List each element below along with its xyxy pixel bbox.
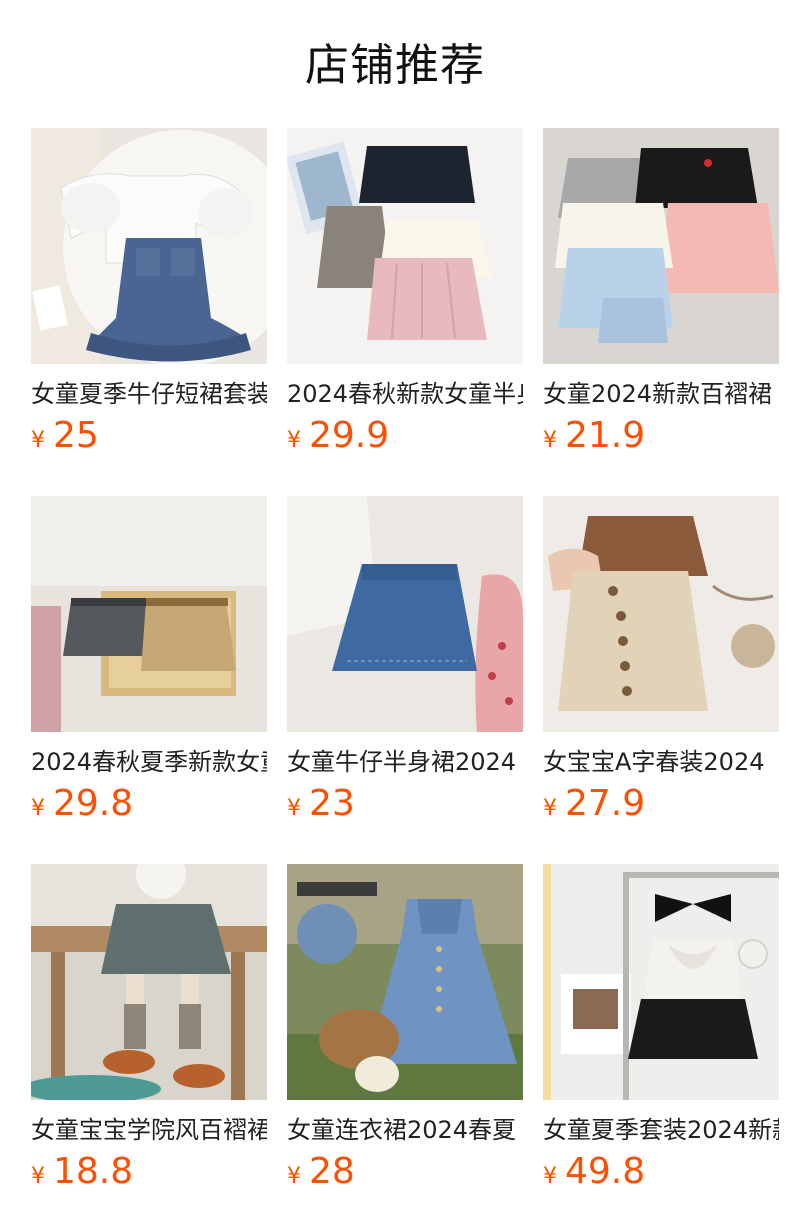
product-price: ¥ 29.8: [31, 783, 267, 827]
product-image[interactable]: [287, 128, 523, 364]
product-title[interactable]: 女童牛仔半身裙2024: [287, 745, 523, 779]
price-value: 18.8: [53, 1151, 134, 1192]
product-image[interactable]: [543, 496, 779, 732]
product-price: ¥ 29.9: [287, 415, 523, 459]
price-currency: ¥: [543, 1164, 557, 1189]
price-currency: ¥: [287, 1164, 301, 1189]
product-price: ¥ 49.8: [543, 1151, 779, 1195]
price-value: 28: [309, 1151, 355, 1192]
product-title[interactable]: 2024春秋夏季新款女童: [31, 745, 267, 779]
product-title[interactable]: 女宝宝A字春装2024: [543, 745, 779, 779]
price-currency: ¥: [543, 796, 557, 821]
product-title[interactable]: 女童夏季套装2024新款: [543, 1113, 779, 1147]
price-value: 25: [53, 415, 99, 456]
price-value: 29.9: [309, 415, 390, 456]
price-currency: ¥: [31, 428, 45, 453]
product-image[interactable]: [543, 864, 779, 1100]
product-image[interactable]: [31, 128, 267, 364]
product-card[interactable]: 2024春秋夏季新款女童 ¥ 29.8: [31, 496, 267, 864]
product-card[interactable]: 女童夏季套装2024新款 ¥ 49.8: [543, 864, 779, 1232]
price-currency: ¥: [31, 796, 45, 821]
product-price: ¥ 21.9: [543, 415, 779, 459]
price-value: 49.8: [565, 1151, 646, 1192]
product-price: ¥ 25: [31, 415, 267, 459]
page-title: 店铺推荐: [305, 40, 485, 91]
product-image[interactable]: [31, 864, 267, 1100]
product-price: ¥ 18.8: [31, 1151, 267, 1195]
product-card[interactable]: 女童连衣裙2024春夏 ¥ 28: [287, 864, 523, 1232]
product-card[interactable]: 女童2024新款百褶裙 ¥ 21.9: [543, 128, 779, 496]
product-title[interactable]: 女童宝宝学院风百褶裙: [31, 1113, 267, 1147]
product-price: ¥ 28: [287, 1151, 523, 1195]
price-currency: ¥: [543, 428, 557, 453]
product-price: ¥ 23: [287, 783, 523, 827]
product-image[interactable]: [287, 496, 523, 732]
product-image[interactable]: [543, 128, 779, 364]
product-image[interactable]: [31, 496, 267, 732]
price-value: 27.9: [565, 783, 646, 824]
price-value: 23: [309, 783, 355, 824]
product-card[interactable]: 女童夏季牛仔短裙套装 ¥ 25: [31, 128, 267, 496]
product-card[interactable]: 女童牛仔半身裙2024 ¥ 23: [287, 496, 523, 864]
product-card[interactable]: 女童宝宝学院风百褶裙 ¥ 18.8: [31, 864, 267, 1232]
price-value: 21.9: [565, 415, 646, 456]
price-currency: ¥: [287, 796, 301, 821]
price-currency: ¥: [31, 1164, 45, 1189]
product-image[interactable]: [287, 864, 523, 1100]
price-value: 29.8: [53, 783, 134, 824]
product-card[interactable]: 2024春秋新款女童半身裙 ¥ 29.9: [287, 128, 523, 496]
product-card[interactable]: 女宝宝A字春装2024 ¥ 27.9: [543, 496, 779, 864]
price-currency: ¥: [287, 428, 301, 453]
product-title[interactable]: 女童连衣裙2024春夏: [287, 1113, 523, 1147]
product-grid: 女童夏季牛仔短裙套装 ¥ 25 2024春秋新款女童半身裙 ¥ 2: [31, 128, 779, 1232]
product-price: ¥ 27.9: [543, 783, 779, 827]
product-title[interactable]: 女童夏季牛仔短裙套装: [31, 377, 267, 411]
product-title[interactable]: 女童2024新款百褶裙: [543, 377, 779, 411]
product-title[interactable]: 2024春秋新款女童半身裙: [287, 377, 523, 411]
